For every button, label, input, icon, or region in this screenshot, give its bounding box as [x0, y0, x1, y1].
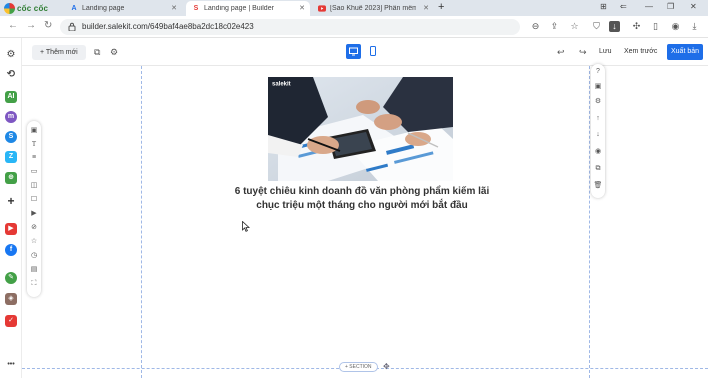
profile-icon[interactable]: ◉	[670, 21, 681, 32]
reload-icon[interactable]: ↻	[44, 20, 52, 31]
frame-icon[interactable]: ⛶	[29, 279, 39, 289]
video-icon[interactable]: ▶	[29, 209, 39, 219]
article-headline[interactable]: 6 tuyệt chiêu kinh doanh đồ văn phòng ph…	[232, 185, 492, 213]
add-new-label: Thêm mới	[45, 49, 78, 56]
browser-window: cốc cốc A Landing page ✕ S Landing page …	[0, 0, 708, 378]
site-info-icon[interactable]	[68, 22, 76, 31]
zalo-icon[interactable]: Z	[5, 151, 17, 163]
undo-icon[interactable]: ↩	[557, 47, 565, 58]
layers-icon[interactable]: ⧉	[94, 47, 100, 58]
paragraph-icon[interactable]: ≡	[29, 153, 39, 163]
shield-icon[interactable]: ⛉	[591, 21, 602, 32]
link-icon[interactable]: ⊘	[29, 223, 39, 233]
close-window-icon[interactable]: ✕	[690, 2, 697, 11]
section-toolbox: ? ▣ ⚙ ↑ ↓ ◉ ⧉ 🗑	[591, 64, 605, 198]
delete-icon[interactable]: 🗑	[593, 181, 603, 191]
element-toolbox: ▣ T ≡ ▭ ◫ ☐ ▶ ⊘ ☆ ◷ ▤ ⛶	[27, 121, 41, 297]
brand-name: cốc cốc	[17, 3, 49, 13]
game-icon[interactable]: ⊕	[5, 172, 17, 184]
more-icon[interactable]: •••	[5, 359, 17, 371]
star-icon[interactable]: ☆	[29, 237, 39, 247]
back-icon[interactable]: ←	[8, 20, 18, 31]
chat-app-icon[interactable]: ✎	[5, 272, 17, 284]
browser-toolbar: ← → ↻ builder.salekit.com/649baf4ae8ba2d…	[0, 16, 708, 38]
browser-brand[interactable]: cốc cốc	[4, 2, 48, 14]
save-button[interactable]: Lưu	[599, 48, 611, 55]
tab-title: [Sao Khuê 2023] Phần mềm quản	[330, 5, 416, 12]
add-sidebar-app-icon[interactable]: +	[5, 195, 17, 207]
publish-button[interactable]: Xuất bản	[667, 44, 703, 60]
section-resize-handle-icon[interactable]: ✥	[383, 362, 390, 371]
image-watermark: salekit	[272, 82, 291, 88]
mouse-cursor-icon	[242, 221, 250, 232]
skype-icon[interactable]: S	[5, 131, 17, 143]
new-tab-button[interactable]: +	[438, 1, 444, 13]
facebook-icon[interactable]: f	[5, 244, 17, 256]
desktop-view-button[interactable]	[346, 44, 361, 59]
restore-icon[interactable]: ❐	[667, 2, 674, 11]
content-guide-right	[589, 66, 590, 378]
minimize-icon[interactable]: —	[645, 2, 653, 11]
bookmark-star-icon[interactable]: ☆	[569, 21, 580, 32]
extensions-icon[interactable]: ✣	[631, 21, 642, 32]
back-arrow-icon[interactable]: ⇐	[620, 2, 627, 11]
move-down-icon[interactable]: ↓	[593, 130, 603, 140]
mobile-view-icon[interactable]	[367, 45, 379, 58]
youtube-favicon-icon	[318, 5, 326, 13]
close-tab-icon[interactable]: ✕	[171, 4, 177, 12]
close-tab-icon[interactable]: ✕	[423, 4, 429, 12]
form-icon[interactable]: ☐	[29, 195, 39, 205]
hide-icon[interactable]: ◉	[593, 147, 603, 157]
settings-icon[interactable]: ⚙	[593, 97, 603, 107]
youtube-icon[interactable]: ▶	[5, 223, 17, 235]
ai-chat-icon[interactable]: AI	[5, 91, 17, 103]
tab-title: Landing page	[82, 5, 125, 12]
tab-title: Landing page | Builder	[204, 5, 274, 12]
builder-canvas[interactable]: + SECTION ✥ ▣ T ≡ ▭ ◫ ☐ ▶ ⊘ ☆ ◷ ▤ ⛶ ? ▣ …	[22, 64, 708, 378]
timer-icon[interactable]: ◷	[29, 251, 39, 261]
add-new-button[interactable]: + Thêm mới	[32, 45, 86, 60]
content-guide-left	[141, 66, 142, 378]
sidebar-toggle-icon[interactable]: ▯	[650, 21, 661, 32]
shape-icon[interactable]: ◫	[29, 181, 39, 191]
business-meeting-photo: salekit	[268, 77, 453, 181]
history-icon[interactable]: ⟲	[5, 69, 17, 81]
todo-app-icon[interactable]: ✓	[5, 315, 17, 327]
builder-toolbar: + Thêm mới ⧉ ⚙ ↩ ↪ Lưu Xem trước Xuất bả…	[22, 38, 708, 66]
help-icon[interactable]: ?	[593, 67, 603, 77]
add-section-button[interactable]: + SECTION	[339, 362, 378, 372]
bookmark-manager-icon[interactable]: ⊞	[600, 2, 607, 11]
browser-sidebar: ⚙ ⟲ AI m S Z ⊕ + ▶ f ✎ ◈ ✓ •••	[0, 38, 22, 378]
preview-button[interactable]: Xem trước	[624, 48, 657, 55]
hero-image[interactable]: salekit	[268, 77, 453, 181]
text-icon[interactable]: T	[29, 139, 39, 149]
redo-icon[interactable]: ↪	[579, 47, 587, 58]
salekit-favicon-icon: S	[193, 5, 199, 12]
duplicate-icon[interactable]: ⧉	[593, 164, 603, 174]
share-icon[interactable]: ⇪	[549, 21, 560, 32]
address-bar[interactable]: builder.salekit.com/649baf4ae8ba2dc18c02…	[60, 19, 520, 35]
button-icon[interactable]: ▭	[29, 167, 39, 177]
zoom-icon[interactable]: ⊖	[530, 21, 541, 32]
salekit-favicon-icon: A	[71, 5, 77, 12]
messenger-icon[interactable]: m	[5, 111, 17, 123]
page-settings-icon[interactable]: ⚙	[110, 47, 118, 58]
move-up-icon[interactable]: ↑	[593, 114, 603, 124]
tab-landing-page[interactable]: A Landing page ✕	[64, 1, 182, 16]
tab-builder[interactable]: S Landing page | Builder ✕	[186, 1, 310, 16]
forward-icon[interactable]: →	[26, 20, 36, 31]
desktop-icon	[349, 47, 358, 56]
save-icon[interactable]: ▣	[593, 82, 603, 92]
gallery-icon[interactable]: ▤	[29, 265, 39, 275]
url-text: builder.salekit.com/649baf4ae8ba2dc18c02…	[82, 22, 254, 31]
game-avatar-icon[interactable]: ◈	[5, 293, 17, 305]
coccoc-logo-icon	[4, 2, 15, 14]
image-icon[interactable]: ▣	[29, 126, 39, 136]
close-tab-icon[interactable]: ✕	[299, 4, 305, 12]
tab-sao-khue[interactable]: [Sao Khuê 2023] Phần mềm quản ✕	[312, 1, 434, 16]
tab-strip: cốc cốc A Landing page ✕ S Landing page …	[0, 0, 708, 16]
downloads-icon[interactable]: ⤓	[689, 21, 700, 32]
download-page-icon[interactable]: ↓	[609, 21, 620, 32]
settings-gear-icon[interactable]: ⚙	[5, 49, 17, 61]
